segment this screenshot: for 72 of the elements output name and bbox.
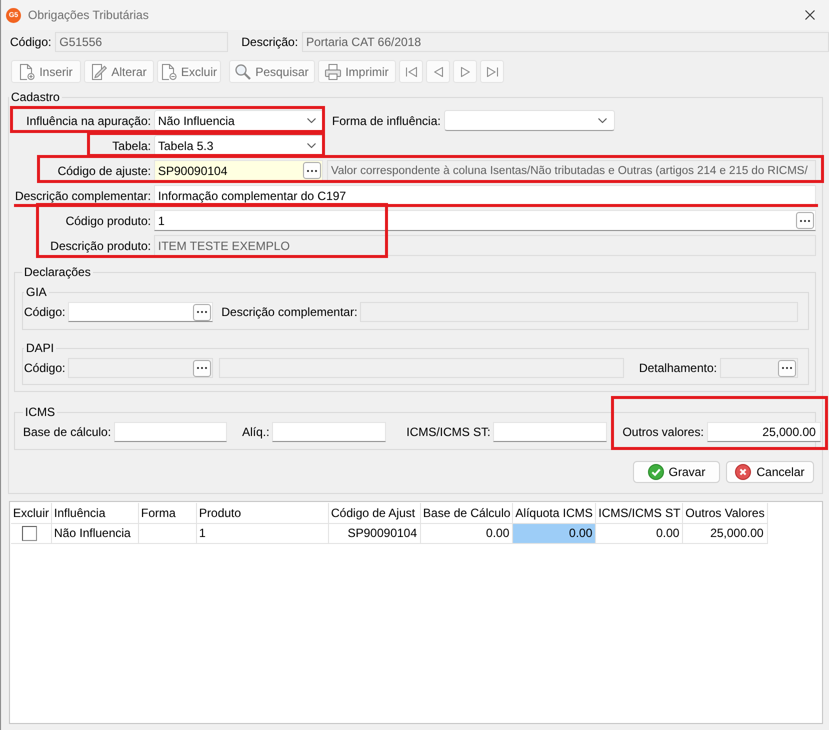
field-label: Influência na apuração: bbox=[25, 114, 151, 128]
table-cell[interactable]: SP90090104 bbox=[328, 523, 421, 543]
field-label: Código: bbox=[24, 305, 66, 319]
document-minus-icon bbox=[161, 64, 177, 80]
adjustment-description-field: Valor correspondente à coluna Isentas/Não tributadas e Outras (artigos 214 e 215 do RICMS/ bbox=[327, 160, 816, 181]
column-header[interactable]: ICMS/ICMS ST bbox=[596, 503, 683, 523]
influence-form-dropdown[interactable] bbox=[444, 110, 615, 131]
document-plus-icon bbox=[19, 64, 36, 80]
field-label: Código: bbox=[10, 35, 52, 49]
column-header[interactable]: Outros Valores bbox=[682, 503, 768, 523]
column-header[interactable]: Influência bbox=[52, 503, 139, 523]
triangle-right-icon bbox=[460, 66, 470, 76]
chevron-down-icon bbox=[307, 118, 316, 123]
chevron-down-icon bbox=[598, 118, 607, 123]
triangle-left-icon bbox=[434, 66, 442, 76]
x-circle-icon bbox=[735, 464, 752, 480]
calculation-base-field[interactable] bbox=[114, 422, 228, 442]
browse-button[interactable] bbox=[193, 304, 212, 320]
field-label: Forma de influência: bbox=[332, 114, 441, 128]
group-title: Cadastro bbox=[10, 90, 61, 104]
influence-dropdown[interactable]: Não Influencia bbox=[154, 110, 324, 131]
column-header[interactable]: Excluir bbox=[11, 503, 52, 523]
check-circle-icon bbox=[648, 464, 664, 480]
group-title: GIA bbox=[25, 285, 48, 299]
other-values-field[interactable]: 25,000.00 bbox=[706, 422, 821, 442]
table-cell[interactable]: 0.00 bbox=[420, 523, 513, 543]
field-label: Código de ajuste: bbox=[56, 164, 151, 178]
rate-field[interactable] bbox=[272, 422, 386, 442]
field-label: Código: bbox=[24, 361, 66, 375]
browse-button[interactable] bbox=[303, 162, 321, 179]
column-header[interactable]: Alíquota ICMS bbox=[512, 503, 596, 523]
chevron-down-icon bbox=[307, 143, 316, 148]
column-header[interactable]: Código de Ajust bbox=[328, 503, 421, 523]
skip-start-icon bbox=[406, 66, 416, 76]
table-cell[interactable]: 25,000.00 bbox=[682, 523, 768, 543]
group-title: Declarações bbox=[23, 265, 92, 279]
cancel-button[interactable]: Cancelar bbox=[726, 461, 814, 483]
save-button[interactable]: Gravar bbox=[633, 461, 720, 483]
table-cell[interactable]: 0.00 bbox=[596, 523, 683, 543]
icms-st-field[interactable] bbox=[493, 422, 608, 442]
adjustment-code-field[interactable]: SP90090104 bbox=[154, 160, 323, 181]
search-icon bbox=[235, 64, 252, 80]
printer-icon bbox=[325, 64, 342, 80]
document-pencil-icon bbox=[91, 64, 108, 80]
field-label: Descrição: bbox=[241, 35, 298, 49]
table-cell[interactable]: 1 bbox=[196, 523, 329, 543]
gia-code-field[interactable] bbox=[68, 302, 214, 322]
field-label: Tabela: bbox=[111, 138, 151, 152]
browse-button[interactable] bbox=[796, 212, 814, 229]
window-title: Obrigações Tributárias bbox=[28, 8, 149, 22]
field-label: Descrição complementar: bbox=[14, 188, 151, 202]
table-cell[interactable]: 0.00 bbox=[512, 523, 596, 543]
field-label: Descrição produto: bbox=[49, 238, 151, 252]
checkbox[interactable] bbox=[22, 526, 37, 540]
group-title: DAPI bbox=[25, 341, 56, 355]
field-label: Detalhamento: bbox=[638, 361, 717, 375]
field-label: Descrição complementar: bbox=[221, 305, 358, 319]
table-cell[interactable] bbox=[11, 523, 52, 543]
field-label: ICMS/ICMS ST: bbox=[406, 425, 490, 439]
skip-end-icon bbox=[486, 66, 498, 76]
field-label: Alíq.: bbox=[242, 425, 270, 439]
column-header[interactable]: Forma bbox=[138, 503, 197, 523]
table-cell[interactable]: Não Influencia bbox=[52, 523, 139, 543]
group-title: ICMS bbox=[24, 405, 56, 419]
column-header[interactable]: Produto bbox=[196, 503, 329, 523]
field-label: Base de cálculo: bbox=[23, 425, 112, 439]
product-code-field[interactable]: 1 bbox=[154, 210, 816, 231]
field-label: Código produto: bbox=[64, 214, 151, 228]
column-header[interactable]: Base de Cálculo bbox=[420, 503, 513, 523]
close-icon bbox=[805, 10, 815, 20]
field-label: Outros valores: bbox=[622, 425, 704, 439]
table-cell[interactable] bbox=[138, 523, 197, 543]
